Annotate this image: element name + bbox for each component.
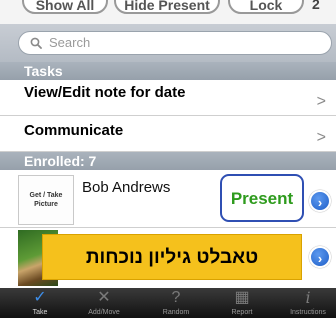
search-input[interactable]: Search — [18, 31, 332, 55]
tab-label: Take — [32, 309, 48, 316]
tab-label: Add/Move — [88, 309, 120, 316]
enrolled-section-header: Enrolled: 7 — [0, 152, 336, 170]
student-name: Bob Andrews — [82, 179, 171, 196]
task-row-communicate[interactable]: Communicate > — [0, 116, 336, 152]
pin-icon: ✕ — [97, 289, 111, 306]
present-button[interactable]: Present — [220, 174, 304, 222]
task-label: Communicate — [24, 122, 124, 139]
chevron-right-icon: > — [316, 93, 326, 110]
info-icon: i — [305, 288, 311, 307]
tab-report[interactable]: ▦ Report — [210, 288, 274, 318]
lock-button[interactable]: Lock — [228, 0, 304, 14]
checkmark-icon: ✓ — [33, 289, 47, 306]
disclosure-arrow-icon[interactable]: › — [309, 190, 331, 212]
task-label: View/Edit note for date — [24, 84, 186, 101]
search-icon — [30, 37, 42, 49]
tab-random[interactable]: ? Random — [144, 288, 208, 318]
tasks-section-header: Tasks — [0, 62, 336, 80]
tab-bar: ✓ Take ✕ Add/Move ? Random ▦ Report i In… — [0, 288, 336, 318]
show-all-button[interactable]: Show All — [22, 0, 108, 14]
tab-label: Instructions — [290, 309, 326, 316]
tab-label: Random — [162, 309, 190, 316]
chevron-right-icon: > — [316, 129, 326, 146]
tab-label: Report — [231, 309, 253, 316]
tab-take[interactable]: ✓ Take — [8, 288, 72, 318]
overlay-banner: טאבלט גיליון נוכחות — [42, 234, 302, 280]
tab-add-move[interactable]: ✕ Add/Move — [72, 288, 136, 318]
question-icon: ? — [171, 289, 181, 306]
tab-instructions[interactable]: i Instructions — [276, 288, 336, 318]
app-screen: Show All Hide Present Lock 2 Search Task… — [0, 0, 336, 318]
task-row-view-edit-note[interactable]: View/Edit note for date > — [0, 80, 336, 116]
disclosure-arrow-icon[interactable]: › — [309, 246, 331, 268]
grid-icon: ▦ — [234, 289, 250, 306]
top-button-bar: Show All Hide Present Lock 2 — [0, 0, 336, 24]
search-placeholder: Search — [49, 35, 91, 50]
student-row[interactable]: Get / Take Picture Bob Andrews Present — [0, 170, 336, 228]
search-bar: Search — [0, 24, 336, 62]
hide-present-button[interactable]: Hide Present — [114, 0, 220, 14]
take-picture-button[interactable]: Get / Take Picture — [18, 175, 74, 225]
top-badge: 2 — [312, 0, 320, 12]
